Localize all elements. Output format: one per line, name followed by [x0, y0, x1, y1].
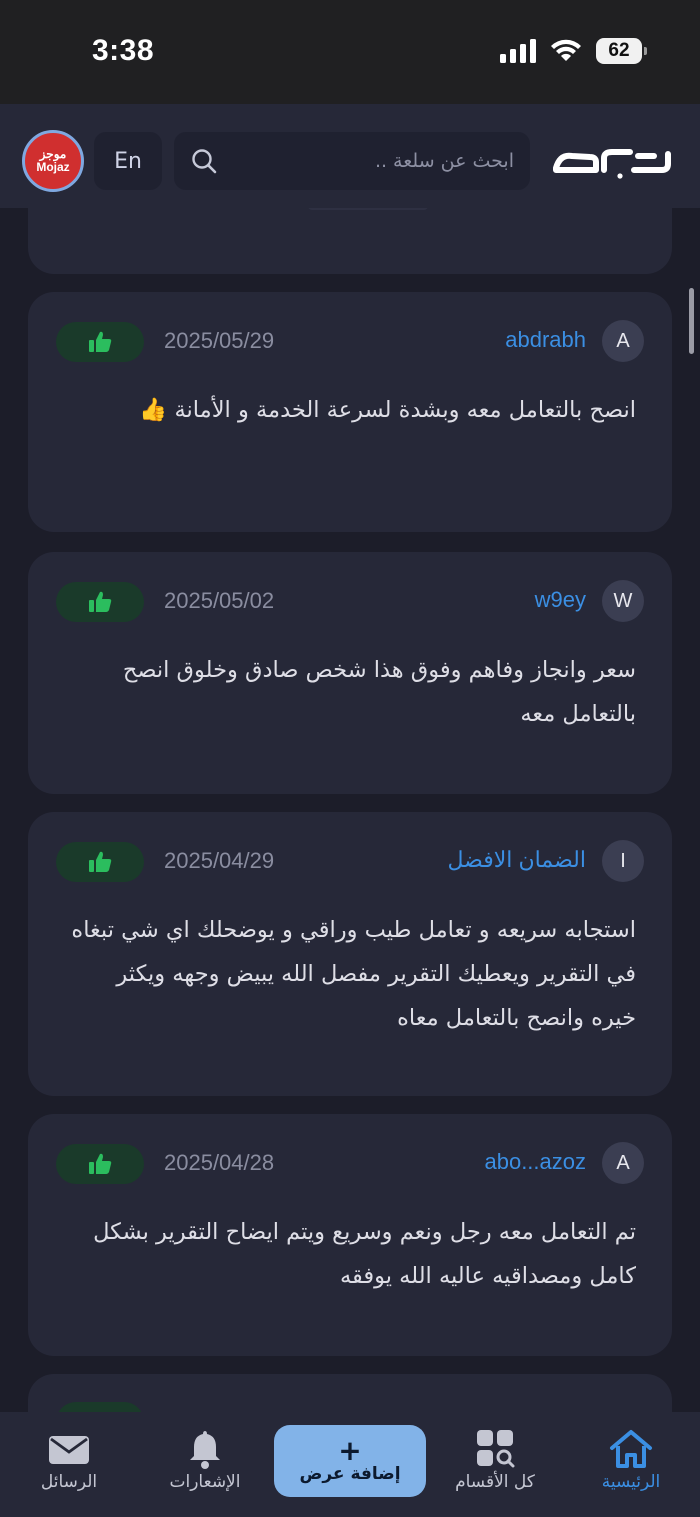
home-icon — [610, 1430, 652, 1468]
review-card: 2025/04/29 الضمان الافضل I استجابه سريعه… — [28, 812, 672, 1096]
nav-categories[interactable]: كل الأقسام — [440, 1428, 550, 1492]
review-card: 2025/05/29 abdrabh A انصح بالتعامل معه و… — [28, 292, 672, 532]
thumbs-up-icon — [89, 591, 112, 612]
reviews-list[interactable]: 2025/05/29 abdrabh A انصح بالتعامل معه و… — [0, 208, 700, 1412]
review-header: 2025/04/29 الضمان الافضل I — [28, 840, 672, 882]
status-icons: 62 — [500, 38, 647, 64]
review-text: تم التعامل معه رجل ونعم وسريع ويتم ايضاح… — [93, 1219, 636, 1289]
review-header: 2025/05/02 w9ey W — [28, 580, 672, 622]
like-badge — [56, 1144, 144, 1184]
like-badge — [56, 322, 144, 362]
battery-indicator: 62 — [596, 38, 647, 64]
review-text: انصح بالتعامل معه وبشدة لسرعة الخدمة و ا… — [139, 397, 636, 423]
review-card: 2025/05/02 w9ey W سعر وانجاز وفاهم وفوق … — [28, 552, 672, 794]
app-header: موجز Mojaz En — [0, 104, 700, 208]
profile-avatar[interactable]: موجز Mojaz — [22, 130, 84, 192]
review-header: 2025/05/29 abdrabh A — [28, 320, 672, 362]
reviewer-avatar[interactable]: A — [602, 320, 644, 362]
review-date: 2025/04/28 — [164, 1150, 275, 1175]
add-offer-button[interactable]: + إضافة عرض — [274, 1425, 426, 1497]
nav-home[interactable]: الرئيسية — [576, 1428, 686, 1492]
thumbs-up-icon — [89, 1153, 112, 1174]
review-card-partial — [28, 1374, 672, 1412]
search-input[interactable] — [218, 150, 514, 172]
reviewer-name[interactable]: الضمان الافضل — [448, 847, 587, 873]
review-date: 2025/05/29 — [164, 328, 275, 353]
like-badge — [56, 582, 144, 622]
avatar-label-en: Mojaz — [36, 160, 70, 174]
haraj-logo[interactable] — [550, 140, 672, 180]
scrollbar[interactable] — [689, 288, 694, 354]
review-card-partial — [28, 208, 672, 274]
reviewer-name[interactable]: abdrabh — [505, 327, 586, 353]
reviewer-avatar[interactable]: A — [602, 1142, 644, 1184]
thumbs-up-icon — [89, 851, 112, 872]
review-text: سعر وانجاز وفاهم وفوق هذا شخص صادق وخلوق… — [122, 657, 636, 727]
nav-label-notifications: الإشعارات — [169, 1472, 241, 1492]
review-date: 2025/05/02 — [164, 588, 275, 613]
envelope-icon — [49, 1436, 89, 1464]
nav-label-categories: كل الأقسام — [455, 1472, 535, 1492]
status-bar: 3:38 62 — [0, 0, 700, 104]
nav-notifications[interactable]: الإشعارات — [150, 1428, 260, 1492]
status-time: 3:38 — [92, 34, 155, 67]
like-badge — [56, 842, 144, 882]
nav-label-messages: الرسائل — [40, 1472, 98, 1492]
review-date: 2025/04/29 — [164, 848, 275, 873]
bottom-nav: الرسائل الإشعارات + إضافة عرض كل الأقسام… — [0, 1412, 700, 1517]
thumbs-up-icon — [89, 331, 112, 352]
search-bar[interactable] — [174, 132, 530, 190]
review-header: 2025/04/28 abo...azoz A — [28, 1142, 672, 1184]
nav-messages[interactable]: الرسائل — [14, 1428, 124, 1492]
signal-icon — [500, 39, 536, 63]
reviewer-name[interactable]: w9ey — [535, 587, 586, 613]
bell-icon — [190, 1431, 220, 1469]
plus-icon: + — [338, 1434, 362, 1467]
wifi-icon — [551, 39, 581, 61]
review-card: 2025/04/28 abo...azoz A تم التعامل معه ر… — [28, 1114, 672, 1356]
review-text: استجابه سريعه و تعامل طيب وراقي و يوضحلك… — [71, 917, 636, 1031]
search-icon[interactable] — [190, 147, 218, 175]
categories-grid-icon — [477, 1430, 515, 1468]
reviewer-avatar[interactable]: W — [602, 580, 644, 622]
like-badge — [56, 1402, 144, 1412]
nav-label-home: الرئيسية — [601, 1472, 661, 1492]
add-offer-label: إضافة عرض — [299, 1464, 401, 1484]
language-toggle-button[interactable]: En — [94, 132, 162, 190]
reviewer-name[interactable]: abo...azoz — [484, 1149, 586, 1175]
reviewer-avatar[interactable]: I — [602, 840, 644, 882]
review-text-fragment — [308, 208, 428, 210]
